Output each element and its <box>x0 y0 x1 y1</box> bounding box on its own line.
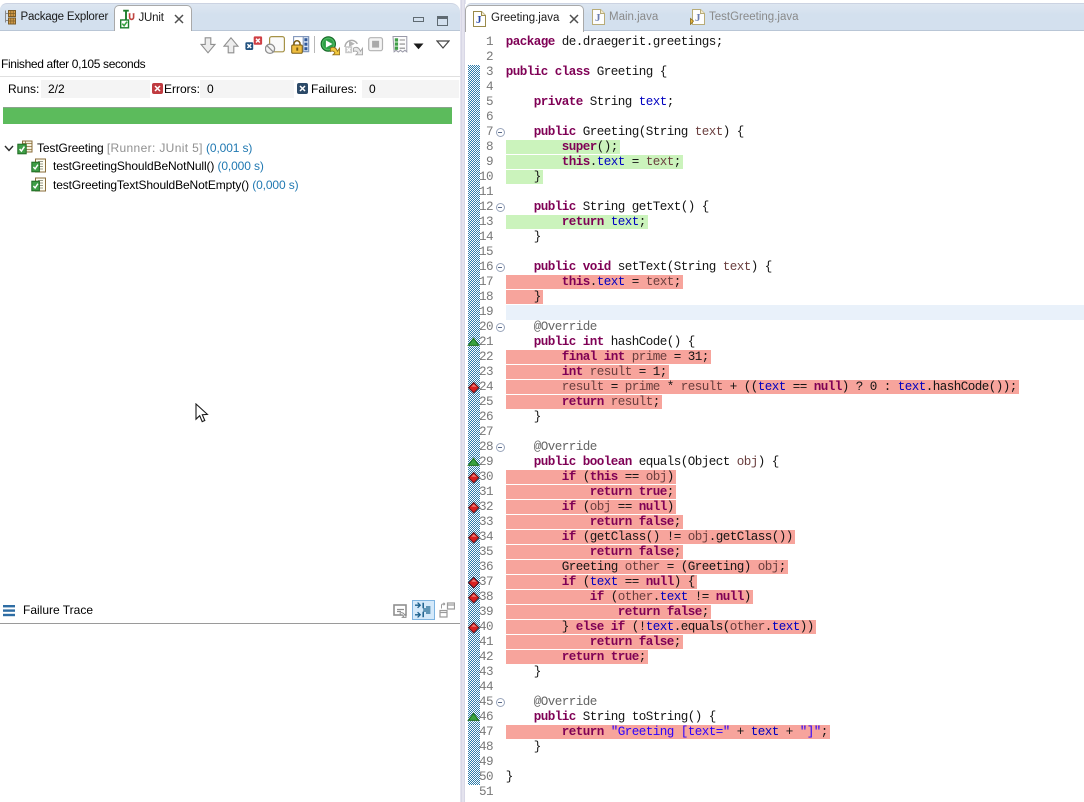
svg-text:J: J <box>695 12 701 24</box>
svg-text:J: J <box>595 12 601 24</box>
svg-text:J: J <box>476 14 482 26</box>
